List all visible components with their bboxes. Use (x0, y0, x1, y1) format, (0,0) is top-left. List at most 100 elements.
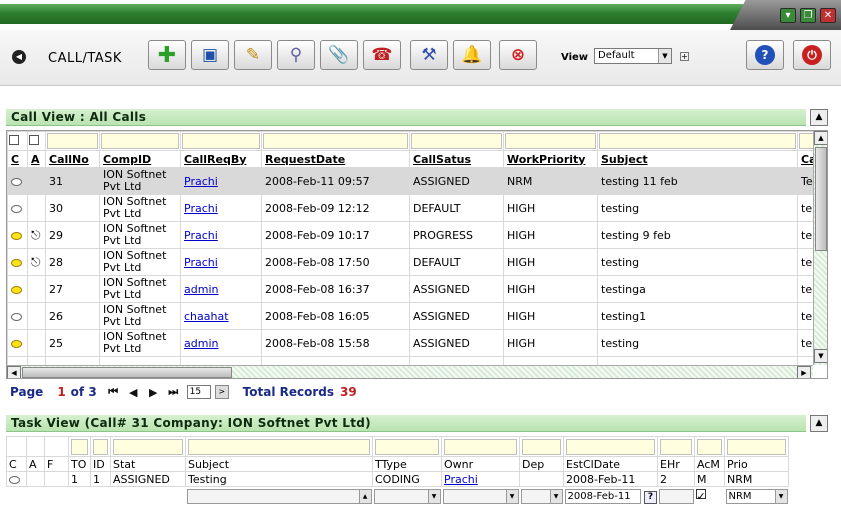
collapse-call-view-icon[interactable]: ▲ (810, 109, 828, 126)
date-picker-icon[interactable]: ? (644, 490, 657, 504)
restore-icon[interactable]: ❐ (800, 8, 816, 23)
call-reqby-link[interactable]: admin (184, 337, 218, 350)
column-header[interactable]: Dep (519, 456, 564, 472)
close-window-icon[interactable]: ✕ (820, 8, 836, 23)
power-button[interactable]: ⏻ (793, 40, 831, 70)
filter-requestdate[interactable] (263, 133, 408, 149)
new-task-prio-select[interactable]: NRM ▼ (725, 488, 788, 504)
back-icon[interactable]: ◀ (12, 50, 26, 64)
column-header[interactable]: F (44, 456, 69, 472)
scroll-left-icon[interactable]: ◀ (7, 366, 21, 378)
filter-callreqby[interactable] (182, 133, 260, 149)
call-button[interactable]: ☎ (363, 40, 401, 70)
new-task-ttype-select[interactable]: ▼ (373, 488, 441, 504)
column-header[interactable]: CompID (99, 150, 181, 168)
column-header[interactable]: CallSatus (409, 150, 504, 168)
task-filter-id[interactable] (93, 438, 108, 455)
column-header[interactable]: Subject (185, 456, 373, 472)
call-reqby-link[interactable]: Prachi (184, 256, 218, 269)
tools-button[interactable]: ⚒ (410, 40, 448, 70)
column-header[interactable]: AcM (694, 456, 725, 472)
call-row[interactable]: 26 ION Softnet Pvt Ltd chaahat 2008-Feb-08 … (7, 302, 827, 330)
column-header[interactable]: Ownr (441, 456, 520, 472)
filter-callstatus[interactable] (411, 133, 502, 149)
task-filter-estcldate[interactable] (566, 438, 655, 455)
column-header[interactable]: ID (90, 456, 111, 472)
select-all-checkbox[interactable] (9, 134, 19, 145)
new-task-owner-select[interactable]: ▼ (442, 488, 519, 504)
column-header[interactable]: EHr (657, 456, 695, 472)
task-filter-stat[interactable] (113, 438, 183, 455)
filter-workpriority[interactable] (505, 133, 596, 149)
new-task-ehr-input[interactable] (658, 488, 694, 504)
search-button[interactable]: ⚲ (277, 40, 315, 70)
task-filter-ehr[interactable] (660, 438, 692, 455)
prev-page-icon[interactable]: ◀ (127, 386, 140, 399)
task-filter-prio[interactable] (727, 438, 786, 455)
column-header[interactable]: Prio (724, 456, 789, 472)
first-page-icon[interactable]: ⏮ (107, 385, 120, 399)
task-filter-ttype[interactable] (375, 438, 439, 455)
alert-button[interactable]: 🔔 (453, 40, 491, 70)
column-header[interactable]: A (26, 456, 45, 472)
new-task-date-input[interactable]: 2008-Feb-11 (564, 488, 641, 504)
column-header[interactable]: RequestDate (261, 150, 410, 168)
collapse-task-view-icon[interactable]: ▲ (810, 415, 828, 432)
call-row[interactable]: 25 ION Softnet Pvt Ltd admin 2008-Feb-08 15… (7, 329, 827, 357)
next-page-icon[interactable]: ▶ (147, 386, 160, 399)
scroll-right-icon[interactable]: ▶ (797, 366, 811, 378)
page-size-input[interactable]: 15 (186, 385, 211, 399)
go-page-icon[interactable]: > (214, 385, 229, 399)
new-task-dep-select[interactable]: ▼ (520, 488, 563, 504)
column-header[interactable]: A (27, 150, 46, 168)
horizontal-scrollbar[interactable]: ◀ ▶ (7, 365, 813, 378)
call-reqby-link[interactable]: admin (184, 283, 218, 296)
call-reqby-link[interactable]: Prachi (184, 175, 218, 188)
new-task-acm-checkbox[interactable]: ✓ (695, 489, 706, 503)
column-header[interactable]: TType (372, 456, 442, 472)
edit-button[interactable]: ✎ (234, 40, 272, 70)
minimize-icon[interactable]: ▾ (780, 8, 796, 23)
column-header[interactable]: C (6, 456, 27, 472)
vertical-scroll-thumb[interactable] (815, 147, 827, 251)
column-header[interactable]: EstClDate (563, 456, 658, 472)
attach-filter-checkbox[interactable] (29, 134, 39, 145)
help-button[interactable]: ? (746, 40, 784, 70)
call-row[interactable]: 31 ION Softnet Pvt Ltd Prachi 2008-Feb-11 0… (7, 167, 827, 195)
task-owner-link[interactable]: Prachi (444, 473, 478, 486)
new-task-subject-input[interactable]: ▲ (186, 488, 372, 504)
filter-callno[interactable] (47, 133, 98, 149)
task-filter-acm[interactable] (697, 438, 722, 455)
view-add-icon[interactable]: + (680, 52, 689, 61)
task-filter-to[interactable] (71, 438, 88, 455)
task-filter-subject[interactable] (188, 438, 370, 455)
task-row[interactable]: 1 1 ASSIGNED Testing CODING Prachi 2008-… (6, 471, 789, 487)
scroll-down-icon[interactable]: ▼ (814, 349, 827, 363)
filter-compid[interactable] (101, 133, 179, 149)
view-select[interactable]: Default ▼ (594, 48, 672, 64)
column-header[interactable]: TO (68, 456, 91, 472)
scroll-up-icon[interactable]: ▲ (814, 131, 827, 145)
column-header[interactable]: CallNo (45, 150, 100, 168)
vertical-scrollbar[interactable]: ▲ ▼ (813, 131, 827, 365)
paperclip-icon[interactable]: ⎋ (31, 228, 41, 242)
call-reqby-link[interactable]: Prachi (184, 202, 218, 215)
add-button[interactable]: ✚ (148, 40, 186, 70)
task-filter-ownr[interactable] (444, 438, 517, 455)
horizontal-scroll-thumb[interactable] (22, 367, 232, 378)
delete-button[interactable]: ⊗ (499, 40, 537, 70)
save-button[interactable]: ▣ (191, 40, 229, 70)
column-header[interactable]: WorkPriority (503, 150, 598, 168)
call-row[interactable]: ⎋ 29 ION Softnet Pvt Ltd Prachi 2008-Feb-09 … (7, 221, 827, 249)
column-header[interactable]: CallReqBy (180, 150, 262, 168)
call-row[interactable]: 30 ION Softnet Pvt Ltd Prachi 2008-Feb-09 1… (7, 194, 827, 222)
call-reqby-link[interactable]: chaahat (184, 310, 229, 323)
column-header[interactable]: Subject (597, 150, 798, 168)
column-header[interactable]: Stat (110, 456, 186, 472)
call-reqby-link[interactable]: Prachi (184, 229, 218, 242)
call-row[interactable]: ⎋ 28 ION Softnet Pvt Ltd Prachi 2008-Feb-08 … (7, 248, 827, 276)
paperclip-icon[interactable]: ⎋ (31, 255, 41, 269)
task-filter-dep[interactable] (522, 438, 561, 455)
filter-subject[interactable] (599, 133, 796, 149)
column-header[interactable]: C (7, 150, 28, 168)
